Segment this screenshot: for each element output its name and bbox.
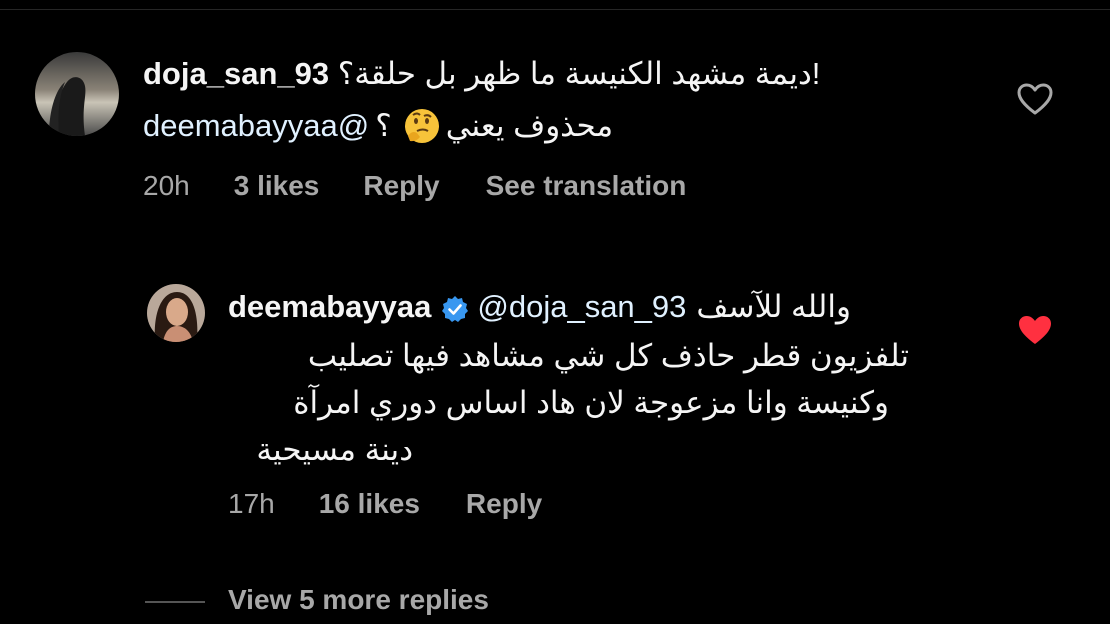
comment-mention-link[interactable]: deemabayyaa@: [143, 104, 369, 148]
verified-badge-icon: [441, 293, 469, 322]
reply-meta: 17h 16 likes Reply: [228, 488, 542, 520]
reply-body-line1: والله للآسف: [696, 289, 851, 324]
avatar-deema-image: [147, 284, 205, 342]
comment-likes-link[interactable]: 3 likes: [234, 170, 320, 202]
comment-body-line1: !ديمة مشهد الكنيسة ما ظهر بل حلقة؟: [337, 56, 821, 91]
comment-text-line2: deemabayyaa@ ؟ محذوف يعني: [143, 104, 613, 148]
see-translation-button[interactable]: See translation: [486, 170, 687, 202]
comment-meta: 20h 3 likes Reply See translation: [143, 170, 686, 202]
comment-question-mark: ؟: [375, 108, 392, 143]
avatar-doja[interactable]: [35, 52, 119, 136]
reply-text-line1: deemabayyaa @doja_san_93 والله للآسف: [228, 287, 851, 327]
reply-reply-button[interactable]: Reply: [466, 488, 542, 520]
comment-text-line1: doja_san_93 !ديمة مشهد الكنيسة ما ظهر بل…: [143, 54, 820, 94]
comment-time: 20h: [143, 170, 190, 201]
top-divider: [0, 9, 1110, 10]
reply-time: 17h: [228, 488, 275, 519]
reply-username[interactable]: deemabayyaa: [228, 287, 431, 327]
avatar-doja-image: [35, 52, 119, 136]
avatar-deema[interactable]: [147, 284, 205, 342]
heart-filled-icon[interactable]: [1017, 314, 1053, 346]
comment-reply-button[interactable]: Reply: [363, 170, 439, 202]
reply-body-line3: وكنيسة وانا مزعوجة لان هاد اساس دوري امر…: [293, 385, 889, 420]
reply-body-line2: تلفزيون قطر حاذف كل شي مشاهد فيها تصليب: [307, 338, 909, 373]
comment-body-line2: محذوف يعني: [445, 108, 614, 143]
heart-outline-icon[interactable]: [1017, 83, 1053, 115]
thinking-face-icon: [402, 106, 442, 146]
reply-likes-link[interactable]: 16 likes: [319, 488, 420, 520]
reply-mention-link[interactable]: @doja_san_93: [477, 287, 686, 327]
reply-body-line4: دينة مسيحية: [256, 432, 413, 467]
view-more-replies-button[interactable]: View 5 more replies: [228, 584, 489, 616]
view-more-divider: [145, 601, 205, 603]
comment-username[interactable]: doja_san_93: [143, 56, 329, 91]
